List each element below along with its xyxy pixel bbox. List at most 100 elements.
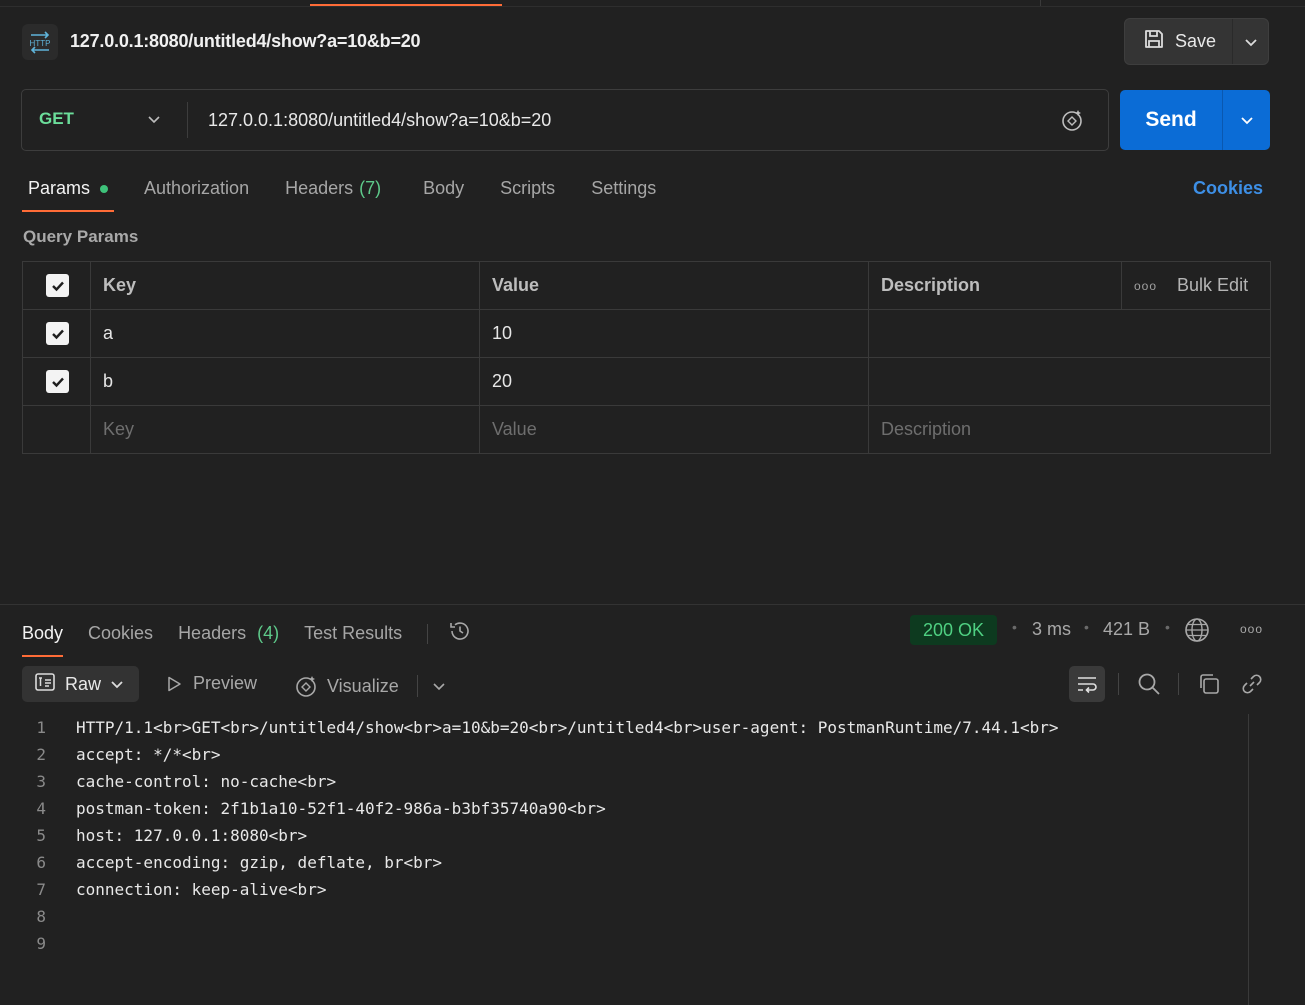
tab-authorization[interactable]: Authorization <box>144 178 249 199</box>
save-options-button[interactable] <box>1233 19 1268 64</box>
line-content: accept: */*<br> <box>76 745 221 764</box>
request-title[interactable]: 127.0.0.1:8080/untitled4/show?a=10&b=20 <box>70 31 421 52</box>
param-description[interactable] <box>868 309 1271 358</box>
line-number: 1 <box>36 718 46 737</box>
globe-icon[interactable] <box>1184 617 1210 648</box>
query-params-title: Query Params <box>23 227 139 246</box>
search-icon[interactable] <box>1137 672 1161 701</box>
code-line: 7 connection: keep-alive<br> <box>0 876 1250 903</box>
toolbar-divider <box>1178 673 1179 695</box>
row-checkbox[interactable] <box>46 370 69 393</box>
line-number: 9 <box>36 934 46 953</box>
tab-params[interactable]: Params <box>21 178 115 212</box>
status-badge[interactable]: 200 OK <box>910 615 998 645</box>
cookies-link[interactable]: Cookies <box>1193 178 1263 199</box>
url-input[interactable]: 127.0.0.1:8080/untitled4/show?a=10&b=20 <box>208 110 551 131</box>
preview-label: Preview <box>193 673 258 693</box>
table-header-row: Key Value Description ooo Bulk Edit <box>22 261 1271 310</box>
param-key[interactable]: b <box>90 357 480 406</box>
column-description: Description <box>868 261 1122 310</box>
param-value[interactable]: 20 <box>479 357 869 406</box>
line-number: 8 <box>36 907 46 926</box>
request-tabs: Params Authorization Headers (7) Body Scr… <box>21 178 692 212</box>
send-main-button[interactable]: Send <box>1120 90 1223 150</box>
code-line: 4 postman-token: 2f1b1a10-52f1-40f2-986a-… <box>0 795 1250 822</box>
raw-format-icon <box>34 671 56 698</box>
send-options-button[interactable] <box>1223 90 1270 150</box>
response-tab-cookies[interactable]: Cookies <box>88 623 153 644</box>
tab-scripts[interactable]: Scripts <box>500 178 555 199</box>
response-tab-headers[interactable]: Headers (4) <box>178 623 279 644</box>
new-key-input[interactable]: Key <box>90 405 480 454</box>
param-value[interactable]: 10 <box>479 309 869 358</box>
table-row: a 10 <box>22 309 1271 358</box>
variable-icon[interactable] <box>1059 107 1085 138</box>
line-content: accept-encoding: gzip, deflate, br<br> <box>76 853 443 872</box>
param-description[interactable] <box>868 357 1271 406</box>
select-all-checkbox[interactable] <box>46 274 69 297</box>
params-active-dot <box>100 184 109 193</box>
separator-dot: • <box>1084 619 1089 635</box>
link-icon[interactable] <box>1240 672 1264 701</box>
editor-scrollbar-track[interactable] <box>1248 714 1249 1005</box>
row-checkbox[interactable] <box>46 322 69 345</box>
new-value-input[interactable]: Value <box>479 405 869 454</box>
chevron-down-icon <box>1244 38 1257 46</box>
param-key[interactable]: a <box>90 309 480 358</box>
chevron-down-icon[interactable] <box>147 112 161 131</box>
line-content: connection: keep-alive<br> <box>76 880 327 899</box>
more-icon: ooo <box>1134 278 1158 293</box>
bulk-edit-button[interactable]: ooo Bulk Edit <box>1134 275 1258 296</box>
response-tab-test-results[interactable]: Test Results <box>304 623 402 644</box>
tab-body[interactable]: Body <box>423 178 464 199</box>
top-tab-strip <box>0 0 1305 7</box>
response-divider[interactable] <box>0 604 1305 605</box>
code-line: 3 cache-control: no-cache<br> <box>0 768 1250 795</box>
select-all-cell <box>22 261 91 310</box>
new-description-input[interactable]: Description <box>868 405 1271 454</box>
preview-button[interactable]: Preview <box>165 673 257 694</box>
http-icon: HTTP <box>22 24 58 60</box>
visualize-label: Visualize <box>327 675 399 696</box>
send-button[interactable]: Send <box>1120 90 1270 150</box>
chevron-down-icon[interactable] <box>432 679 446 693</box>
line-number: 2 <box>36 745 46 764</box>
visualize-icon <box>296 676 316 697</box>
row-checkbox-cell <box>22 357 91 406</box>
url-divider <box>187 102 188 138</box>
line-content: host: 127.0.0.1:8080<br> <box>76 826 308 845</box>
table-row: b 20 <box>22 357 1271 406</box>
format-select[interactable]: Raw <box>22 666 139 702</box>
tab-headers[interactable]: Headers (7) <box>285 178 381 199</box>
response-time[interactable]: 3 ms <box>1032 619 1071 640</box>
format-label: Raw <box>65 673 102 694</box>
response-tab-body[interactable]: Body <box>22 623 64 657</box>
line-content: HTTP/1.1<br>GET<br>/untitled4/show<br>a=… <box>76 718 1059 737</box>
chevron-down-icon <box>1240 117 1253 125</box>
copy-icon[interactable] <box>1197 672 1221 701</box>
tab-settings[interactable]: Settings <box>591 178 656 199</box>
tab-divider <box>427 623 429 644</box>
bulk-edit-label: Bulk Edit <box>1177 275 1249 295</box>
response-body-editor[interactable]: 1 HTTP/1.1<br>GET<br>/untitled4/show<br>a… <box>0 714 1250 957</box>
line-number: 3 <box>36 772 46 791</box>
wrap-lines-button[interactable] <box>1069 666 1105 702</box>
tab-params-label: Params <box>28 178 91 198</box>
column-key: Key <box>90 261 480 310</box>
play-icon <box>168 676 181 691</box>
visualize-button[interactable]: Visualize <box>293 673 446 699</box>
url-bar: GET 127.0.0.1:8080/untitled4/show?a=10&b… <box>21 89 1109 151</box>
response-size[interactable]: 421 B <box>1103 619 1150 640</box>
save-main-button[interactable]: Save <box>1125 19 1234 64</box>
column-value: Value <box>479 261 869 310</box>
code-line: 8 <box>0 903 1250 930</box>
save-button[interactable]: Save <box>1124 18 1269 65</box>
tab-scripts-label: Scripts <box>500 178 556 198</box>
history-icon[interactable] <box>448 619 472 648</box>
table-row-empty: Key Value Description <box>22 405 1271 454</box>
method-select[interactable]: GET <box>39 109 74 129</box>
save-label: Save <box>1175 31 1217 51</box>
more-options-icon[interactable]: ooo <box>1240 622 1263 636</box>
code-line: 2 accept: */*<br> <box>0 741 1250 768</box>
code-line: 5 host: 127.0.0.1:8080<br> <box>0 822 1250 849</box>
